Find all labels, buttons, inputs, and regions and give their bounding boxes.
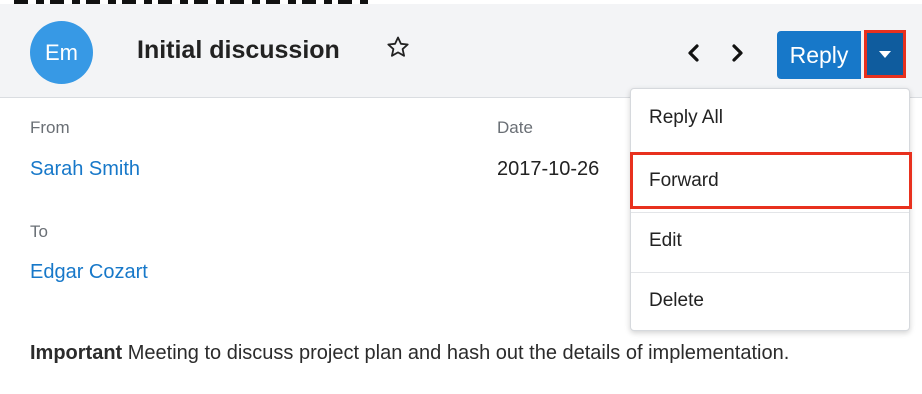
description: Important Meeting to discuss project pla… (30, 338, 810, 368)
from-label: From (30, 118, 70, 137)
menu-item-reply-all[interactable]: Reply All (631, 107, 909, 129)
to-label: To (30, 222, 48, 241)
star-icon[interactable] (386, 35, 410, 59)
date-label: Date (497, 118, 533, 137)
description-text: Meeting to discuss project plan and hash… (122, 342, 790, 364)
description-emphasis: Important (30, 342, 123, 364)
to-link[interactable]: Edgar Cozart (30, 261, 148, 284)
menu-divider (631, 272, 909, 273)
record-header: Em Initial discussion Reply (0, 4, 922, 98)
menu-item-forward[interactable]: Forward (631, 170, 909, 192)
menu-item-edit[interactable]: Edit (631, 230, 909, 252)
chevron-right-icon[interactable] (726, 41, 748, 65)
menu-divider (631, 152, 909, 153)
reply-button[interactable]: Reply (777, 31, 861, 79)
page-title: Initial discussion (137, 36, 340, 64)
menu-item-delete[interactable]: Delete (631, 290, 909, 312)
caret-down-icon (879, 50, 891, 58)
actions-dropdown-toggle[interactable] (864, 30, 906, 78)
avatar[interactable]: Em (30, 21, 93, 84)
actions-dropdown-menu: Reply All Forward Edit Delete (630, 88, 910, 331)
chevron-left-icon[interactable] (683, 41, 705, 65)
menu-divider (631, 212, 909, 213)
from-link[interactable]: Sarah Smith (30, 158, 140, 181)
date-value: 2017-10-26 (497, 158, 600, 180)
